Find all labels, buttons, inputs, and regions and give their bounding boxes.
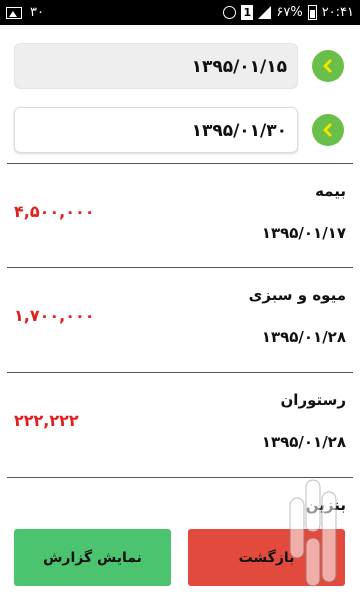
notification-count: ۳۰ — [30, 5, 44, 20]
from-date-prev-button[interactable] — [312, 50, 344, 82]
expense-date: ۱۳۹۵/۰۱/۲۸ — [261, 328, 346, 346]
battery-percent: ۶۷% — [276, 5, 303, 20]
store-logo-watermark-icon — [289, 479, 337, 587]
expense-title: رستوران — [280, 391, 347, 409]
to-date-field[interactable]: ۱۳۹۵/۰۱/۳۰ — [14, 107, 298, 153]
list-item[interactable]: میوه و سبزی ۱,۷۰۰,۰۰۰ ۱۳۹۵/۰۱/۲۸ — [0, 268, 360, 373]
status-bar-left: ۳۰ — [6, 0, 44, 25]
expense-title: بیمه — [315, 182, 346, 200]
alarm-icon — [223, 6, 237, 19]
status-bar-right: 1 ۶۷% ۲۰:۴۱ — [223, 0, 354, 25]
signal-icon — [258, 6, 272, 19]
sim-icon: 1 — [241, 5, 254, 20]
expense-amount: ۴,۵۰۰,۰۰۰ — [14, 202, 95, 221]
to-date-row: ۱۳۹۵/۰۱/۳۰ — [14, 107, 344, 153]
expense-date: ۱۳۹۵/۰۱/۲۸ — [261, 433, 346, 451]
expense-title: میوه و سبزی — [248, 286, 346, 304]
expense-list[interactable]: بیمه ۴,۵۰۰,۰۰۰ ۱۳۹۵/۰۱/۱۷ میوه و سبزی ۱,… — [0, 163, 360, 520]
expense-amount: ۱,۷۰۰,۰۰۰ — [14, 306, 95, 325]
to-date-prev-button[interactable] — [312, 114, 344, 146]
chevron-left-icon — [323, 59, 332, 73]
chevron-left-icon — [323, 123, 332, 137]
status-bar: ۳۰ 1 ۶۷% ۲۰:۴۱ — [0, 0, 360, 25]
expense-amount: ۲۲۲,۲۲۲ — [14, 411, 79, 430]
from-date-row: ۱۳۹۵/۰۱/۱۵ — [14, 43, 344, 89]
battery-icon — [307, 5, 317, 20]
expense-date: ۱۳۹۵/۰۱/۱۷ — [261, 224, 346, 242]
clock: ۲۰:۴۱ — [321, 5, 354, 20]
image-icon — [6, 6, 22, 19]
show-report-button[interactable]: نمایش گزارش — [14, 529, 171, 586]
list-item[interactable]: بیمه ۴,۵۰۰,۰۰۰ ۱۳۹۵/۰۱/۱۷ — [0, 164, 360, 269]
list-item[interactable]: رستوران ۲۲۲,۲۲۲ ۱۳۹۵/۰۱/۲۸ — [0, 373, 360, 478]
from-date-field[interactable]: ۱۳۹۵/۰۱/۱۵ — [14, 43, 298, 89]
